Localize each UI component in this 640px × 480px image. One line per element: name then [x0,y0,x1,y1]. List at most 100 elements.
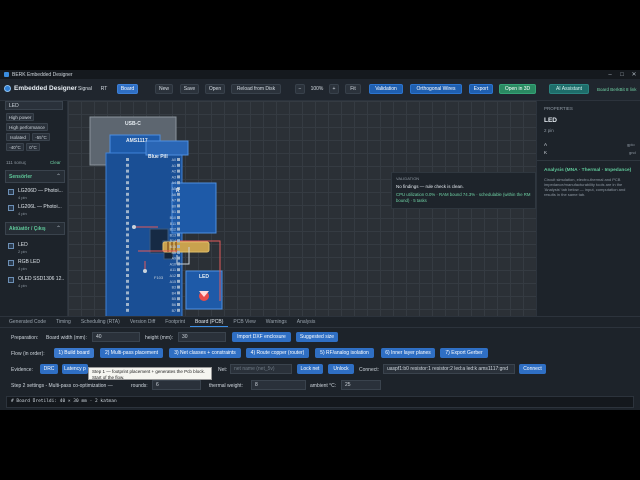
pin-pad [126,158,129,161]
drc-button[interactable]: DRC [40,364,58,374]
category-label: Aktüatör / Çıkış [9,225,46,232]
filter-chip[interactable]: Isolated [6,133,30,141]
board-width-input[interactable]: 40 [92,332,140,342]
flow-step-5-button[interactable]: 5) RF/analog isolation [315,348,374,358]
tab-board[interactable]: Board [117,84,138,94]
board-height-input[interactable]: 30 [178,332,226,342]
pin-label: B15 [170,245,176,249]
component-pin-count: 2 pin [544,128,554,133]
ams1117-label: AMS1117 [126,138,148,144]
brand: Embedded Designer [4,85,77,92]
tab-warnings[interactable]: Warnings [261,317,292,327]
filter-chip[interactable]: High performance [6,123,48,131]
pin-pad [126,285,129,289]
list-item[interactable]: LG206D — Photoi... 4 pin [6,187,66,203]
maximize-icon[interactable]: □ [616,70,628,79]
flow-step-3-button[interactable]: 3) Net classes + constraints [169,348,241,358]
suggested-size-button[interactable]: Suggested size [296,332,338,342]
zoom-in-button[interactable]: + [329,84,339,94]
pin-pad [177,262,180,266]
category-actuators[interactable]: Aktüatör / Çıkış ⌃ [5,222,65,235]
tab-footprint[interactable]: Footprint [160,317,190,327]
pin-pad [177,274,180,277]
component-icon [8,277,14,283]
pin-label: B13 [170,233,176,237]
schematic-canvas[interactable]: A0 A1 A2 A3 A4 A5 A6 A7 B0 B1 B10 B11 B12 B13 B14 B15 A8… [68,101,536,316]
minimize-icon[interactable]: – [604,70,616,79]
list-item[interactable]: OLED SSD1306 12... 4 pin [6,275,66,291]
connect-input[interactable]: uaspf1:b0 resistor:1 resistor:2 led:a le… [383,364,515,374]
import-dxf-button[interactable]: Import DXF enclosure [232,332,291,342]
category-sensors[interactable]: Sensörler ⌃ [5,170,65,183]
validation-button[interactable]: Validation [369,84,403,94]
pin-label: B12 [170,228,176,232]
window-title: BERK Embedded Designer [12,71,73,78]
pin-label: A7 [172,199,176,203]
net-name-input[interactable]: net name (net_5v) [230,364,292,374]
new-button[interactable]: New [155,84,173,94]
net-label: Net: [218,367,228,373]
pin-label: A15 [170,280,176,284]
pin-pad [126,297,129,301]
unlock-button[interactable]: Unlock [328,364,354,374]
connect-button[interactable]: Connect [519,364,546,374]
orthogonal-wires-button[interactable]: Orthogonal Wires [410,84,462,94]
list-item[interactable]: LG206L — Photoi... 4 pin [6,203,66,219]
flow-step-1-button[interactable]: 1) Build board [54,348,94,358]
export-button[interactable]: Export [469,84,493,94]
properties-panel: PROPERTIES LED 2 pin A gpio K gnd Analys… [536,101,640,316]
flow-step-4-button[interactable]: 4) Route copper (router) [246,348,309,358]
tab-rt[interactable]: RT [97,84,111,94]
reload-button[interactable]: Reload from Disk [231,84,281,94]
list-item[interactable]: RGB LED 4 pin [6,258,66,274]
validation-message: No findings — rule check is clean. [396,184,464,189]
part-name: OLED SSD1306 12... [18,276,64,282]
pin-pad [177,285,180,289]
pin-pad [126,163,129,167]
fit-button[interactable]: Fit [345,84,361,94]
pin-pad [126,233,129,237]
close-icon[interactable]: ✕ [628,70,640,79]
thermal-weight-input[interactable]: 8 [251,380,306,390]
flow-step-2-button[interactable]: 2) Multi-pass placement [100,348,163,358]
pin-pad [177,227,180,231]
filter-chip[interactable]: -55°C [32,133,50,141]
ai-assistant-button[interactable]: AI Assistant [549,84,589,94]
search-input[interactable]: LED [5,101,63,110]
filter-chip[interactable]: 0°C [26,143,40,151]
list-item[interactable]: LED 2 pin [6,241,66,257]
tab-generated-code[interactable]: Generated Code [4,317,51,327]
pin-net: gpio [627,142,635,147]
tab-analysis[interactable]: Analysis [292,317,321,327]
tab-scheduling[interactable]: Scheduling (RTA) [76,317,125,327]
component-icon [8,189,14,195]
pin-label: A12 [170,274,176,278]
pin-pad [126,274,129,277]
ambient-input[interactable]: 25 [341,380,381,390]
tab-pcb-view[interactable]: PCB View [228,317,260,327]
pin-pad [126,291,129,295]
step2-label: Step 2 settings - Multi-pass co-optimiza… [11,383,113,389]
open-button[interactable]: Open [205,84,225,94]
tab-board-pcb[interactable]: Board (PCB) [190,317,229,327]
board-info: Board BerkBit 8 link [597,87,637,92]
pin-label: B5 [172,297,176,301]
flow-step-7-button[interactable]: 7) Export Gerber [440,348,488,358]
pin-pad [126,256,129,260]
lock-net-button[interactable]: Lock net [297,364,323,374]
pin-pad [177,175,180,179]
filter-chip[interactable]: -40°C [6,143,24,151]
save-button[interactable]: Save [180,84,199,94]
tooltip: Step 1 — footprint placement + generates… [88,367,212,380]
clear-link[interactable]: Clear [50,160,61,165]
rounds-input[interactable]: 6 [152,380,201,390]
filter-chip[interactable]: High power [6,113,34,121]
flow-step-6-button[interactable]: 6) Inner layer planes [381,348,435,358]
open-3d-button[interactable]: Open in 3D [499,84,536,94]
tab-version-diff[interactable]: Version Diff [125,317,160,327]
tab-signal[interactable]: Signal [76,84,94,94]
pin-pad [177,210,180,214]
tab-timing[interactable]: Timing [51,317,76,327]
latency-button[interactable]: Latency p [62,364,88,374]
zoom-out-button[interactable]: − [295,84,305,94]
